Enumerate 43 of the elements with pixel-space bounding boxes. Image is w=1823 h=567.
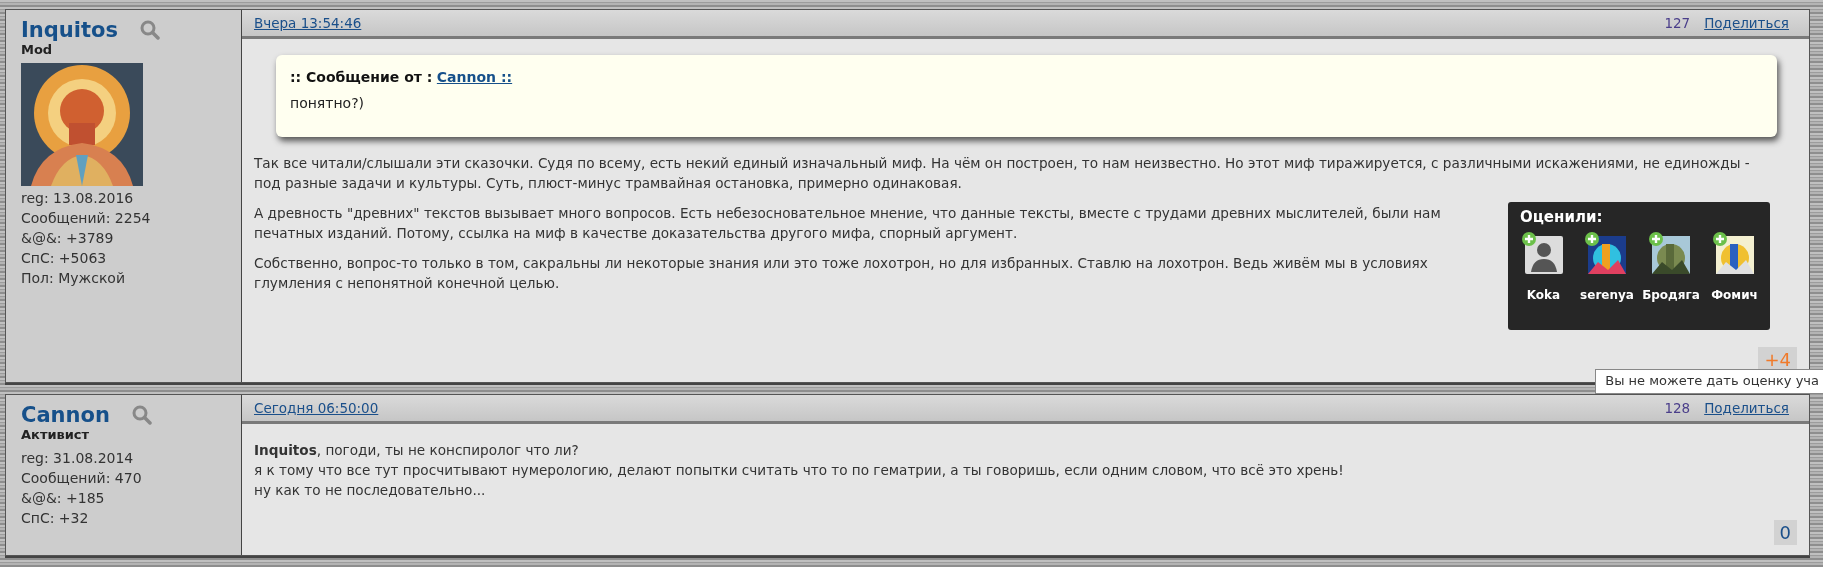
rater-name[interactable]: Koka [1526,288,1561,302]
message-text: ну как то не последовательно... [254,481,486,500]
user-stat: reg: 13.08.2016 [21,189,135,208]
message-text: я к тому что все тут просчитывают нумерологию, делают попытки считать что то по гематрии, а ты говоришь, если одним словом, что всё это хрень! [254,461,1344,480]
message-text: под разные задачи и культуры. Суть, плюст-минус трамвайная остановка, примерно одинаковая. [254,174,962,193]
message-text: печатных изданий. Потому, ссылка на миф в качестве доказательства другого мифа, спорный аргумент. [254,224,1018,243]
author-name[interactable]: Cannon [21,403,110,427]
user-rank: Mod [21,42,54,57]
message-text: Inquitos, погоди, ты не конспиролог что ли? [254,441,579,460]
user-stat: Пол: Мужской [21,269,126,288]
user-rank: Активист [21,427,91,442]
share-link[interactable]: Поделиться [1704,15,1789,31]
author-name[interactable]: Inquitos [21,18,118,42]
rater-name[interactable]: Бродяга [1642,288,1700,302]
post-number: 128 [1664,400,1691,416]
plus-icon [1585,232,1599,246]
post-number: 127 [1664,15,1691,31]
rater-name[interactable]: Фомич [1711,288,1758,302]
rater-name[interactable]: serenya [1580,288,1634,302]
post-time-link[interactable]: Вчера 13:54:46 [254,15,362,31]
message-text: глумления с непонятной конечной целью. [254,274,560,293]
user-stat: Сообщений: 2254 [21,209,152,228]
user-stat: Сообщений: 470 [21,469,143,488]
user-stat: СпС: +5063 [21,249,108,268]
user-stat: &@&: +3789 [21,229,115,248]
tooltip: Вы не можете дать оценку уча [1595,369,1823,394]
quote-label: :: Сообщение от : [290,69,433,85]
rating-counter[interactable]: 0 [1773,520,1797,545]
post-time-link[interactable]: Сегодня 06:50:00 [254,400,379,416]
message-text: Так все читали/слышали эти сказочки. Судя по всему, есть некий единый изначальный миф. На чём он построен, то нам неизвестно. Но этот миф тиражируется, с различными искажениями, не единожды - [254,154,1750,173]
plus-icon [1712,232,1727,246]
quote-author-link[interactable]: Cannon :: [436,69,513,85]
user-stat: reg: 31.08.2014 [21,449,135,468]
user-silhouette-icon[interactable] [1524,236,1563,274]
popup-title: Оценили: [1520,208,1604,226]
plus-icon [1521,232,1536,246]
message-text: А древность "древних" текстов вызывает много вопросов. Есть небезосновательное мнение, что данные тексты, вместе с трудами древних мыслителей, были нам [254,204,1441,223]
user-stat: &@&: +185 [21,489,106,508]
quote-text: понятно?) [290,95,366,111]
share-link[interactable]: Поделиться [1704,400,1789,416]
plus-icon [1649,232,1663,246]
message-text: Собственно, вопрос-то только в том, сакральны ли некоторые знания или это тоже лохотрон, но для избранных. Ставлю на лохотрон. Ведь живём мы в условиях [254,254,1428,273]
user-stat: СпС: +32 [21,509,90,528]
